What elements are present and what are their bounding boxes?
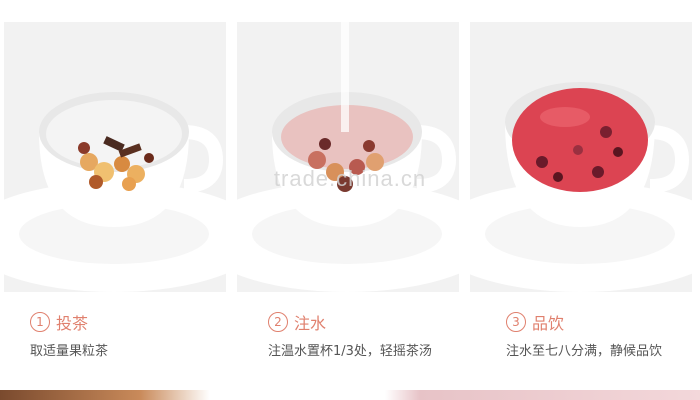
step-description: 注温水置杯1/3处，轻摇茶汤	[268, 344, 432, 359]
step-number-badge: 3	[506, 312, 526, 332]
step-number-badge: 1	[30, 312, 50, 332]
step-2-photo	[237, 22, 459, 292]
step-3-caption: 3 品饮 注水至七八分满，静候品饮	[506, 310, 662, 359]
red-tea	[512, 88, 648, 192]
step-description: 注水至七八分满，静候品饮	[506, 344, 663, 359]
step-number-badge: 2	[268, 312, 288, 332]
step-1-caption: 1 投茶 取适量果粒茶	[30, 310, 108, 359]
step-description: 取适量果粒茶	[30, 344, 109, 359]
water-stream	[341, 22, 349, 132]
step-3-photo	[470, 22, 692, 292]
step-1-photo	[4, 22, 226, 292]
step-title: 注水	[294, 314, 327, 333]
step-title: 品饮	[532, 314, 565, 333]
step-title: 投茶	[56, 314, 89, 333]
bottom-image-strip	[0, 390, 700, 400]
step-2-caption: 2 注水 注温水置杯1/3处，轻摇茶汤	[268, 310, 432, 359]
